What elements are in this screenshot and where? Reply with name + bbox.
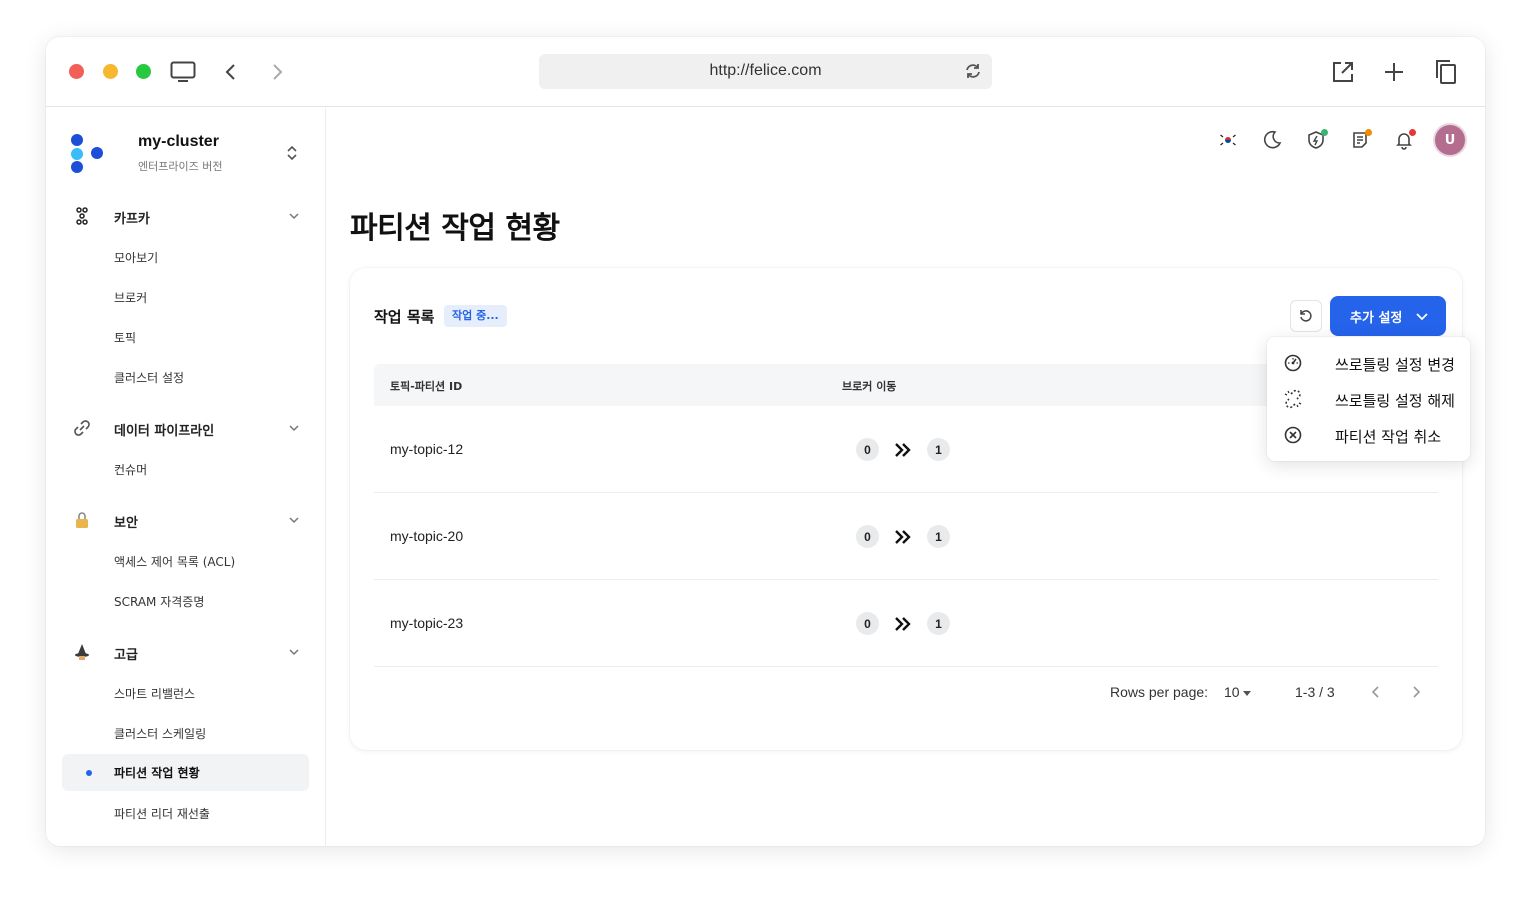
shield-icon[interactable] [1302,126,1330,154]
sidebar-item-acl[interactable]: 액세스 제어 목록 (ACL) [114,553,235,570]
sidebar: my-cluster 엔터프라이즈 버전 카프카 모아보기 브로커 토픽 클러스… [46,108,326,846]
chevron-updown-icon [287,145,297,161]
dark-mode-icon[interactable] [1258,126,1286,154]
status-badge [1409,129,1416,136]
korean-flag-icon[interactable] [1214,126,1242,154]
minimize-window-button[interactable] [103,64,118,79]
card-title: 작업 목록 [374,308,435,326]
rows-per-page-select[interactable]: 10 [1224,684,1240,700]
to-broker: 1 [927,612,950,635]
brand-logo-icon [71,134,103,173]
lock-icon [72,510,92,530]
nav-group-label: 고급 [114,648,138,663]
bell-icon[interactable] [1390,126,1418,154]
menu-item-label: 쓰로틀링 설정 해제 [1335,392,1455,410]
menu-item-remove-throttle[interactable]: 쓰로틀링 설정 해제 [1267,381,1470,417]
new-tab-icon[interactable] [1379,57,1409,87]
sidebar-item-smart-rebalance[interactable]: 스마트 리밸런스 [114,685,195,702]
next-page-icon[interactable] [1406,682,1426,702]
button-label: 추가 설정 [1350,310,1403,326]
sidebar-item-scram[interactable]: SCRAM 자격증명 [114,593,204,610]
sidebar-item-overview[interactable]: 모아보기 [114,249,158,266]
sidebar-item-topics[interactable]: 토픽 [114,329,136,346]
link-icon [72,418,92,438]
nav-group-advanced[interactable]: 고급 [72,637,302,667]
wizard-icon [72,642,92,662]
page-title: 파티션 작업 현황 [350,211,560,246]
close-window-button[interactable] [69,64,84,79]
nav-group-kafka[interactable]: 카프카 [72,201,302,231]
sidebar-item-cluster-scaling[interactable]: 클러스터 스케일링 [114,725,206,742]
more-settings-button[interactable]: 추가 설정 [1330,296,1446,336]
sidebar-item-label: 파티션 작업 현황 [114,766,200,780]
forward-icon[interactable] [262,57,292,87]
chevron-down-icon [1416,313,1428,321]
prev-page-icon[interactable] [1366,682,1386,702]
menu-item-label: 파티션 작업 취소 [1335,428,1442,446]
cluster-edition: 엔터프라이즈 버전 [138,160,223,173]
menu-item-cancel-job[interactable]: 파티션 작업 취소 [1267,417,1470,453]
cluster-switcher[interactable]: my-cluster 엔터프라이즈 버전 [68,130,308,180]
nav-group-label: 보안 [114,516,138,531]
sidebar-item-leader-election[interactable]: 파티션 리더 재선출 [114,805,210,822]
sidebar-item-consumers[interactable]: 컨슈머 [114,461,147,478]
from-broker: 0 [856,438,879,461]
table-row[interactable]: my-topic-23 0 1 [374,580,1438,667]
status-badge [1321,129,1328,136]
refresh-icon [1300,310,1312,322]
double-chevron-right-icon [895,443,911,457]
chevron-down-icon [289,425,299,432]
cluster-name: my-cluster [138,133,219,150]
chevron-down-icon [289,517,299,524]
sidebar-monitor-icon[interactable] [168,57,198,87]
page-range: 1-3 / 3 [1295,684,1335,700]
cancel-circle-icon [1284,426,1302,444]
more-settings-menu: 쓰로틀링 설정 변경 쓰로틀링 설정 해제 파티션 작업 취소 [1267,337,1470,461]
reload-icon[interactable] [962,60,984,82]
column-header-topic: 토픽-파티션 ID [390,380,463,393]
url-text: http://felice.com [709,62,822,79]
chevron-down-icon [289,213,299,220]
menu-item-change-throttle[interactable]: 쓰로틀링 설정 변경 [1267,345,1470,381]
status-badge: 작업 중... [444,305,507,327]
nav-group-security[interactable]: 보안 [72,505,302,535]
nav-group-label: 카프카 [114,212,150,227]
avatar[interactable]: U [1433,123,1467,157]
rows-per-page-label: Rows per page: [1110,684,1209,700]
topic-partition-id: my-topic-20 [390,528,464,544]
double-chevron-right-icon [895,530,911,544]
status-badge [1365,129,1372,136]
back-icon[interactable] [216,57,246,87]
gauge-icon [1284,354,1302,372]
refresh-button[interactable] [1290,300,1322,332]
sidebar-item-brokers[interactable]: 브로커 [114,289,147,306]
from-broker: 0 [856,612,879,635]
unlink-icon [1284,389,1302,409]
topic-partition-id: my-topic-23 [390,615,464,631]
to-broker: 1 [927,438,950,461]
sidebar-item-partition-jobs[interactable]: 파티션 작업 현황 [62,754,309,791]
topic-partition-id: my-topic-12 [390,441,464,457]
menu-item-label: 쓰로틀링 설정 변경 [1335,356,1455,374]
to-broker: 1 [927,525,950,548]
active-indicator [86,770,92,776]
browser-titlebar: http://felice.com [46,37,1485,107]
nav-group-data-pipeline[interactable]: 데이터 파이프라인 [72,413,302,443]
address-bar[interactable]: http://felice.com [539,54,992,89]
main-content: U 파티션 작업 현황 작업 목록 작업 중... 추가 설정 토픽-파티션 I… [327,108,1485,846]
chevron-down-icon [289,649,299,656]
table-row[interactable]: my-topic-20 0 1 [374,493,1438,580]
column-header-broker-move: 브로커 이동 [842,380,897,393]
notes-icon[interactable] [1346,126,1374,154]
nav-group-label: 데이터 파이프라인 [114,424,215,439]
share-icon[interactable] [1328,57,1358,87]
kafka-icon [72,206,92,226]
caret-down-icon[interactable] [1240,686,1254,700]
maximize-window-button[interactable] [136,64,151,79]
from-broker: 0 [856,525,879,548]
double-chevron-right-icon [895,617,911,631]
sidebar-item-cluster-settings[interactable]: 클러스터 설정 [114,369,184,386]
tabs-overview-icon[interactable] [1431,57,1461,87]
browser-window: http://felice.com my-cluster 엔터프라이즈 버전 카… [46,37,1485,846]
